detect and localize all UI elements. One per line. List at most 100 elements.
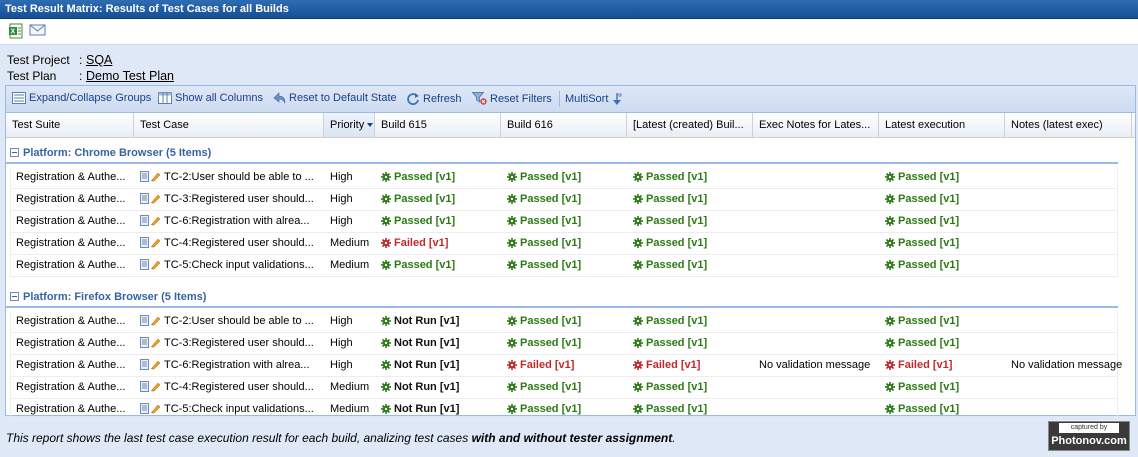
status-badge: Passed [v1] xyxy=(507,315,581,327)
document-icon[interactable] xyxy=(140,381,150,392)
test-case-name: TC-6:Registration with alrea... xyxy=(164,359,310,371)
col-latest-build-header[interactable]: [Latest (created) Buil... xyxy=(627,113,753,137)
tc-action-icons xyxy=(140,237,161,248)
edit-pencil-icon[interactable] xyxy=(150,381,161,392)
group-header[interactable]: Platform: Firefox Browser (5 Items) xyxy=(6,286,1118,308)
tc-action-icons xyxy=(140,171,161,182)
gear-status-icon xyxy=(507,338,517,348)
col-test-case-header[interactable]: Test Case xyxy=(134,113,324,137)
cell-text: Registration & Authe... xyxy=(16,337,126,349)
test-project-link[interactable]: SQA xyxy=(86,52,112,68)
document-icon[interactable] xyxy=(140,237,150,248)
reset-filters-button[interactable]: Reset Filters xyxy=(472,92,552,105)
document-icon[interactable] xyxy=(140,337,150,348)
edit-pencil-icon[interactable] xyxy=(150,359,161,370)
status-text: Failed [v1] xyxy=(394,237,449,249)
cell-exec-notes xyxy=(754,311,880,332)
cell-build-616: Passed [v1] xyxy=(502,189,628,210)
table-row[interactable]: Registration & Authe... TC-4:Registered u… xyxy=(10,233,1118,255)
document-icon[interactable] xyxy=(140,403,150,414)
multisort-button[interactable]: MultiSort xyxy=(565,92,626,106)
table-row[interactable]: Registration & Authe... TC-3:Registered u… xyxy=(10,189,1118,211)
cell-test-case[interactable]: TC-5:Check input validations... xyxy=(135,399,325,420)
cell-test-case[interactable]: TC-6:Registration with alrea... xyxy=(135,355,325,376)
col-build-616-header[interactable]: Build 616 xyxy=(501,113,627,137)
excel-export-icon[interactable]: X xyxy=(8,23,26,39)
cell-test-case[interactable]: TC-2:User should be able to ... xyxy=(135,311,325,332)
cell-text: Registration & Authe... xyxy=(16,381,126,393)
cell-text: High xyxy=(330,193,353,205)
cell-test-suite: Registration & Authe... xyxy=(11,167,139,188)
test-plan-link[interactable]: Demo Test Plan xyxy=(86,68,174,84)
table-row[interactable]: Registration & Authe... TC-6:Registration… xyxy=(10,211,1118,233)
table-row[interactable]: Registration & Authe... TC-5:Check input … xyxy=(10,399,1118,421)
gear-status-icon xyxy=(507,404,517,414)
tc-action-icons xyxy=(140,381,161,392)
cell-test-case[interactable]: TC-6:Registration with alrea... xyxy=(135,211,325,232)
cell-notes-latest xyxy=(1006,189,1138,210)
col-notes-latest-header[interactable]: Notes (latest exec) xyxy=(1005,113,1132,137)
document-icon[interactable] xyxy=(140,315,150,326)
window-title: Test Result Matrix: Results of Test Case… xyxy=(0,0,1138,19)
table-row[interactable]: Registration & Authe... TC-2:User should … xyxy=(10,311,1118,333)
table-row[interactable]: Registration & Authe... TC-6:Registration… xyxy=(10,355,1122,377)
group-header[interactable]: Platform: Chrome Browser (5 Items) xyxy=(6,142,1118,164)
cell-test-case[interactable]: TC-3:Registered user should... xyxy=(135,189,325,210)
cell-text: High xyxy=(330,315,353,327)
collapse-toggle-icon[interactable] xyxy=(10,292,19,301)
cell-build-616: Passed [v1] xyxy=(502,255,628,276)
cell-latest-execution: Failed [v1] xyxy=(880,355,1006,376)
edit-pencil-icon[interactable] xyxy=(150,237,161,248)
cell-test-case[interactable]: TC-2:User should be able to ... xyxy=(135,167,325,188)
test-case-name: TC-5:Check input validations... xyxy=(164,259,314,271)
refresh-button[interactable]: Refresh xyxy=(406,92,462,105)
edit-pencil-icon[interactable] xyxy=(150,171,161,182)
cell-notes-latest xyxy=(1006,377,1138,398)
cell-build-615: Not Run [v1] xyxy=(376,355,502,376)
edit-pencil-icon[interactable] xyxy=(150,259,161,270)
status-badge: Passed [v1] xyxy=(885,259,959,271)
document-icon[interactable] xyxy=(140,215,150,226)
reset-default-state-button[interactable]: Reset to Default State xyxy=(272,92,397,104)
document-icon[interactable] xyxy=(140,359,150,370)
col-exec-notes-header[interactable]: Exec Notes for Lates... xyxy=(753,113,879,137)
document-icon[interactable] xyxy=(140,259,150,270)
cell-notes-latest xyxy=(1006,233,1138,254)
cell-test-case[interactable]: TC-3:Registered user should... xyxy=(135,333,325,354)
document-icon[interactable] xyxy=(140,171,150,182)
status-text: Passed [v1] xyxy=(646,381,708,393)
status-badge: Passed [v1] xyxy=(381,171,455,183)
edit-pencil-icon[interactable] xyxy=(150,215,161,226)
edit-pencil-icon[interactable] xyxy=(150,193,161,204)
document-icon[interactable] xyxy=(140,193,150,204)
collapse-toggle-icon[interactable] xyxy=(10,148,19,157)
table-row[interactable]: Registration & Authe... TC-3:Registered u… xyxy=(10,333,1118,355)
cell-test-case[interactable]: TC-4:Registered user should... xyxy=(135,233,325,254)
cell-notes-latest xyxy=(1006,255,1138,276)
show-all-columns-button[interactable]: Show all Columns xyxy=(158,92,263,104)
cell-latest-execution: Passed [v1] xyxy=(880,233,1006,254)
col-priority-header[interactable]: Priority xyxy=(324,113,375,137)
cell-exec-notes xyxy=(754,233,880,254)
cell-test-case[interactable]: TC-4:Registered user should... xyxy=(135,377,325,398)
cell-build-616: Passed [v1] xyxy=(502,233,628,254)
columns-icon xyxy=(158,92,172,104)
email-icon[interactable] xyxy=(29,23,47,39)
status-text: Passed [v1] xyxy=(520,171,582,183)
status-text: Passed [v1] xyxy=(520,237,582,249)
cell-latest-build: Passed [v1] xyxy=(628,189,754,210)
cell-test-case[interactable]: TC-5:Check input validations... xyxy=(135,255,325,276)
table-row[interactable]: Registration & Authe... TC-2:User should … xyxy=(10,167,1118,189)
col-test-suite-header[interactable]: Test Suite xyxy=(6,113,134,137)
col-latest-execution-header[interactable]: Latest execution xyxy=(879,113,1005,137)
edit-pencil-icon[interactable] xyxy=(150,315,161,326)
expand-collapse-button[interactable]: Expand/Collapse Groups xyxy=(12,92,151,104)
status-badge: Passed [v1] xyxy=(507,403,581,415)
table-row[interactable]: Registration & Authe... TC-5:Check input … xyxy=(10,255,1118,277)
status-badge: Passed [v1] xyxy=(633,237,707,249)
table-row[interactable]: Registration & Authe... TC-4:Registered u… xyxy=(10,377,1118,399)
column-label: [Latest (created) Buil... xyxy=(633,119,744,131)
edit-pencil-icon[interactable] xyxy=(150,403,161,414)
col-build-615-header[interactable]: Build 615 xyxy=(375,113,501,137)
edit-pencil-icon[interactable] xyxy=(150,337,161,348)
